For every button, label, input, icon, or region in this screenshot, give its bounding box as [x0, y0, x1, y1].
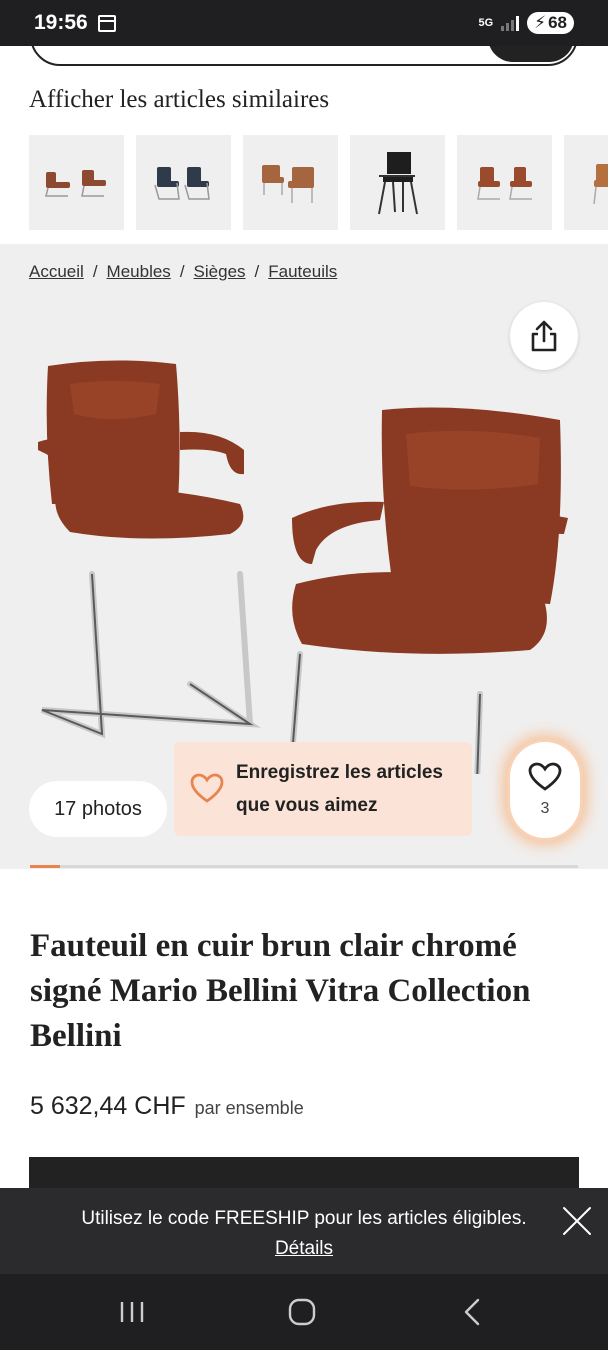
search-bar-area: [0, 46, 608, 70]
breadcrumb: Accueil / Meubles / Sièges / Fauteuils: [29, 262, 337, 282]
network-type: 5G: [478, 17, 494, 29]
price-row: 5 632,44 CHF par ensemble: [30, 1092, 304, 1121]
similar-item-thumb[interactable]: [564, 135, 608, 230]
heart-icon: [528, 762, 562, 791]
product-gallery[interactable]: Accueil / Meubles / Sièges / Fauteuils 1…: [0, 244, 608, 869]
gallery-progress-fill: [30, 865, 61, 868]
similar-item-thumb[interactable]: [457, 135, 552, 230]
breadcrumb-separator: /: [92, 262, 98, 281]
status-time: 19:56: [34, 11, 88, 34]
save-tip-text: Enregistrez les articles que vous aimez: [236, 762, 443, 816]
recents-button[interactable]: [102, 1292, 162, 1332]
breadcrumb-separator: /: [254, 262, 260, 281]
search-input[interactable]: [30, 46, 578, 66]
breadcrumb-item-fauteuils[interactable]: Fauteuils: [268, 262, 337, 282]
status-bar: 19:56 5G ⚡ 68: [0, 0, 608, 46]
similar-items-title: Afficher les articles similaires: [29, 86, 330, 113]
close-promo-button[interactable]: [560, 1204, 594, 1238]
gallery-progress: [30, 865, 578, 868]
similar-item-thumb[interactable]: [29, 135, 124, 230]
recents-icon: [120, 1302, 144, 1322]
price-unit: par ensemble: [194, 1098, 304, 1118]
home-button[interactable]: [272, 1292, 332, 1332]
heart-icon: [190, 773, 224, 803]
favorite-count: 3: [540, 800, 550, 817]
share-icon: [531, 320, 557, 352]
breadcrumb-separator: /: [179, 262, 185, 281]
breadcrumb-item-sieges[interactable]: Sièges: [194, 262, 246, 282]
breadcrumb-item-meubles[interactable]: Meubles: [107, 262, 171, 282]
breadcrumb-item-accueil[interactable]: Accueil: [29, 262, 84, 282]
promo-message: Utilisez le code FREESHIP pour les artic…: [70, 1204, 538, 1264]
system-navigation-bar: [0, 1274, 608, 1350]
battery-icon: ⚡: [534, 13, 547, 32]
similar-item-thumb[interactable]: [350, 135, 445, 230]
promo-banner: Utilisez le code FREESHIP pour les artic…: [0, 1188, 608, 1274]
home-icon: [288, 1298, 316, 1326]
similar-items-carousel: [29, 135, 608, 230]
promo-text: Utilisez le code FREESHIP pour les artic…: [81, 1208, 527, 1229]
close-icon: [563, 1207, 591, 1235]
promo-details-link[interactable]: Détails: [275, 1238, 333, 1259]
product-title: Fauteuil en cuir brun clair chromé signé…: [30, 928, 531, 1054]
calendar-icon: [97, 14, 116, 32]
battery-indicator: ⚡ 68: [527, 12, 574, 34]
photos-count-button[interactable]: 17 photos: [29, 781, 167, 837]
favorite-button[interactable]: 3: [510, 742, 580, 838]
back-button[interactable]: [442, 1292, 502, 1332]
search-button[interactable]: [488, 46, 574, 62]
product-price: 5 632,44 CHF: [30, 1092, 186, 1120]
similar-item-thumb[interactable]: [243, 135, 338, 230]
product-image: [38, 360, 568, 774]
battery-level: 68: [548, 13, 567, 32]
save-items-tooltip: Enregistrez les articles que vous aimez: [174, 742, 472, 836]
back-icon: [464, 1298, 480, 1326]
signal-icon: [501, 15, 520, 31]
similar-item-thumb[interactable]: [136, 135, 231, 230]
